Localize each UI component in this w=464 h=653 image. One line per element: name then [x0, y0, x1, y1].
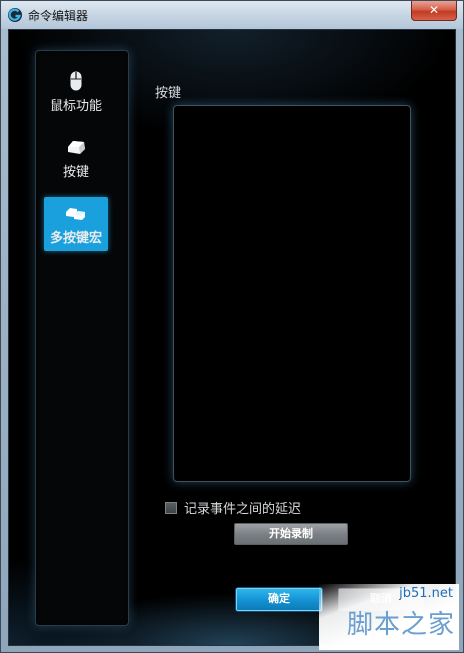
watermark-name: 脚本之家: [346, 610, 455, 640]
site-watermark: jb51.net 脚本之家: [319, 584, 459, 650]
keystroke-list-box[interactable]: [173, 105, 411, 482]
watermark-site: jb51.net: [399, 586, 453, 601]
window-title: 命令编辑器: [28, 9, 89, 23]
record-delay-checkbox[interactable]: [165, 502, 177, 514]
record-delay-label: 记录事件之间的延迟: [184, 502, 302, 517]
command-type-sidebar: 鼠标功能 按键 多按键宏: [35, 50, 129, 626]
sidebar-item-label: 多按键宏: [49, 231, 102, 246]
key-icon: [68, 141, 85, 154]
command-editor-window: 命令编辑器 ✕ 鼠标功能 按键 多按键宏 按键 记录事件之间的延迟 开始录制 确…: [0, 0, 464, 653]
multi-key-icon: [66, 208, 85, 220]
sidebar-item-label: 鼠标功能: [49, 99, 102, 114]
sidebar-item-keystroke[interactable]: 按键: [44, 135, 108, 191]
mouse-icon: [70, 71, 82, 91]
sidebar-item-multi-key-macro[interactable]: 多按键宏: [44, 197, 108, 251]
logitech-g-icon: [8, 8, 22, 22]
keys-section-label: 按键: [155, 86, 182, 101]
minimize-maximize-ghost: [346, 11, 406, 25]
start-recording-button[interactable]: 开始录制: [234, 523, 348, 545]
sidebar-item-mouse-function[interactable]: 鼠标功能: [44, 69, 108, 125]
sidebar-item-label: 按键: [62, 165, 89, 180]
record-delay-option[interactable]: 记录事件之间的延迟: [165, 498, 302, 517]
editor-client-area: 鼠标功能 按键 多按键宏 按键 记录事件之间的延迟 开始录制 确定: [8, 29, 456, 646]
title-bar[interactable]: 命令编辑器 ✕: [1, 1, 463, 29]
ok-button[interactable]: 确定: [236, 588, 322, 611]
close-button[interactable]: ✕: [411, 1, 457, 21]
